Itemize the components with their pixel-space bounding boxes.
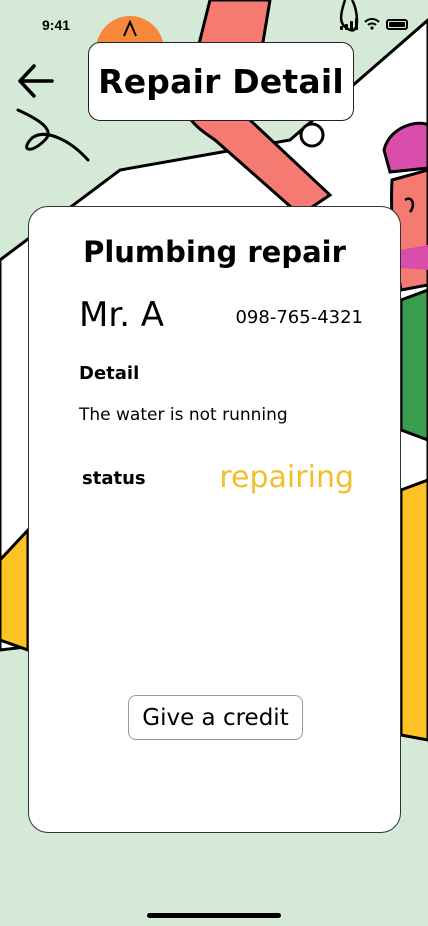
status-time: 9:41	[42, 17, 71, 33]
small-circle	[299, 122, 325, 148]
repair-detail-card: Plumbing repair Mr. A 098-765-4321 Detai…	[28, 206, 401, 833]
customer-name: Mr. A	[79, 295, 165, 335]
back-arrow-icon	[18, 64, 54, 98]
detail-text: The water is not running	[79, 405, 288, 425]
scribble	[16, 108, 90, 162]
status-label: status	[82, 468, 146, 489]
status-value: repairing	[219, 460, 354, 495]
customer-phone: 098-765-4321	[235, 307, 363, 328]
back-button[interactable]	[16, 62, 56, 100]
battery-icon	[386, 18, 408, 30]
wifi-icon	[364, 18, 380, 30]
repair-title: Plumbing repair	[83, 235, 346, 269]
home-indicator[interactable]	[147, 913, 281, 918]
status-bar: 9:41	[0, 0, 428, 44]
detail-label: Detail	[79, 363, 140, 384]
signal-icon	[340, 18, 358, 30]
green-right	[399, 288, 428, 442]
yellow-right	[399, 478, 428, 742]
give-credit-button[interactable]: Give a credit	[128, 695, 303, 740]
status-icons	[340, 18, 408, 30]
page-title: Repair Detail	[98, 62, 344, 101]
header-title-box: Repair Detail	[88, 42, 354, 121]
